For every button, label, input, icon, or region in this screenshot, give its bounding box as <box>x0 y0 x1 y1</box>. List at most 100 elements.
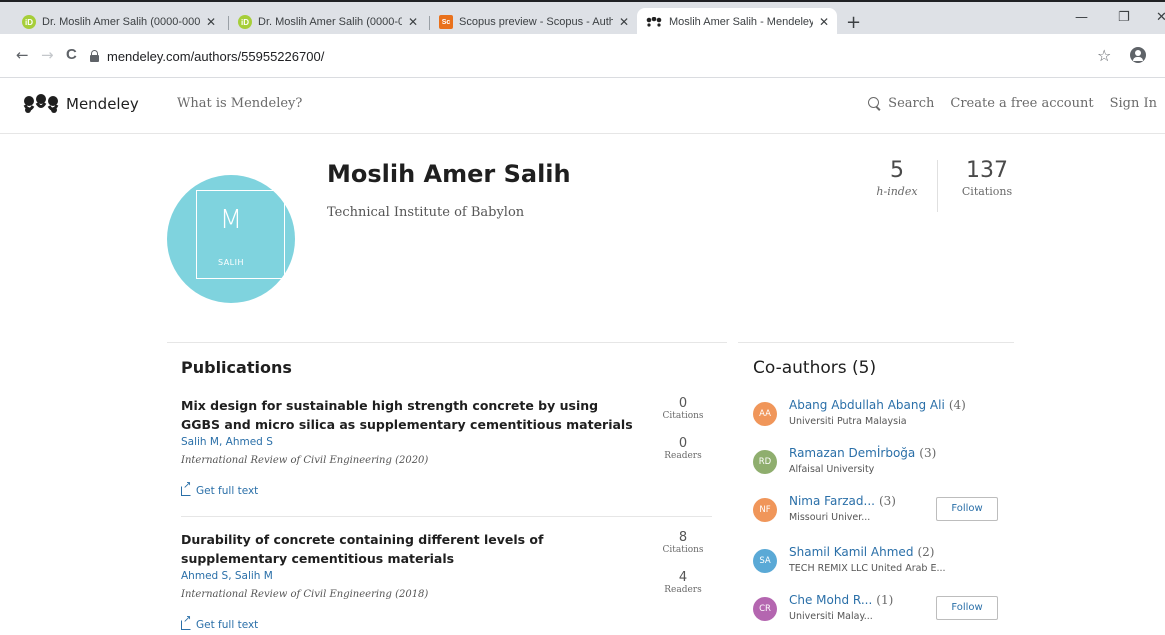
publication-authors[interactable]: Ahmed S, Salih M <box>181 570 711 582</box>
tab-close-icon[interactable]: ✕ <box>408 15 418 29</box>
mendeley-logo-icon <box>23 94 59 113</box>
coauthors-heading: Co-authors (5) <box>753 358 877 378</box>
publication-journal: International Review of Civil Engineerin… <box>181 455 429 466</box>
coauthor-affiliation: Alfaisal University <box>789 464 875 475</box>
publications-heading: Publications <box>181 358 292 377</box>
follow-button[interactable]: Follow <box>936 596 998 620</box>
h-index-value: 5 <box>890 158 904 183</box>
scopus-icon: Sc <box>439 15 453 29</box>
coauthor-affiliation: TECH REMIX LLC United Arab E... <box>789 563 946 574</box>
search-link[interactable]: Search <box>868 96 934 111</box>
citations-count: 0 <box>678 396 688 411</box>
header-right-nav: Search Create a free account Sign In <box>868 96 1157 111</box>
author-name: Moslih Amer Salih <box>327 160 571 188</box>
h-index-label: h-index <box>876 185 918 198</box>
coauthors-divider <box>738 342 1014 343</box>
tab-title: Dr. Moslih Amer Salih (0000-000 <box>42 16 200 28</box>
tab-title: Dr. Moslih Amer Salih (0000-000 <box>258 16 402 28</box>
coauthor-item: AA Abang Abdullah Abang Ali (4) Universit… <box>752 398 1012 436</box>
readers-count: 0 <box>678 436 688 451</box>
reload-icon[interactable]: C <box>66 46 77 63</box>
coauthor-avatar: NF <box>753 498 777 522</box>
browser-tab-orcid-1[interactable]: iD Dr. Moslih Amer Salih (0000-000 ✕ <box>14 8 224 36</box>
readers-label: Readers <box>664 451 702 461</box>
coauthor-avatar: CR <box>753 597 777 621</box>
address-bar: ← → C mendeley.com/authors/55955226700/ … <box>0 34 1165 78</box>
orcid-icon: iD <box>238 15 252 29</box>
search-label: Search <box>888 96 935 111</box>
avatar-surname: SALIH <box>217 258 245 267</box>
citations-count: 8 <box>678 530 688 545</box>
tab-close-icon[interactable]: ✕ <box>819 15 829 29</box>
orcid-icon: iD <box>22 15 36 29</box>
window-close-icon[interactable]: ✕ <box>1156 10 1165 25</box>
coauthor-name-link[interactable]: Nima Farzad... (3) <box>789 494 896 508</box>
tab-separator <box>429 16 430 30</box>
publication-journal: International Review of Civil Engineerin… <box>181 589 429 600</box>
mendeley-icon <box>645 15 663 29</box>
back-arrow-icon[interactable]: ← <box>16 46 29 64</box>
logo-text: Mendeley <box>66 95 139 113</box>
profile-icon[interactable] <box>1130 47 1146 63</box>
tab-close-icon[interactable]: ✕ <box>619 15 629 29</box>
citations-metric: 137 Citations <box>952 158 1022 198</box>
lock-icon <box>90 49 99 62</box>
tab-title: Moslih Amer Salih - Mendeley <box>669 16 813 28</box>
browser-tab-mendeley[interactable]: Moslih Amer Salih - Mendeley ✕ <box>637 8 837 36</box>
coauthor-name-link[interactable]: Abang Abdullah Abang Ali (4) <box>789 398 966 412</box>
create-account-link[interactable]: Create a free account <box>950 96 1093 111</box>
forward-arrow-icon[interactable]: → <box>41 46 54 64</box>
coauthor-name: Abang Abdullah Abang Ali <box>789 398 945 412</box>
citations-label: Citations <box>662 545 704 555</box>
site-header: Mendeley What is Mendeley? Search Create… <box>0 78 1165 134</box>
browser-tab-orcid-2[interactable]: iD Dr. Moslih Amer Salih (0000-000 ✕ <box>230 8 426 36</box>
publication-title-link[interactable]: Mix design for sustainable high strength… <box>181 396 641 434</box>
citations-value: 137 <box>966 158 1008 183</box>
coauthor-name: Ramazan Demİrboğa <box>789 446 916 460</box>
readers-count: 4 <box>678 570 688 585</box>
publications-divider <box>167 342 727 343</box>
publication-authors[interactable]: Salih M, Ahmed S <box>181 436 711 448</box>
tab-title: Scopus preview - Scopus - Autho <box>459 16 613 28</box>
mendeley-logo[interactable]: Mendeley <box>22 94 139 114</box>
bookmark-star-icon[interactable]: ☆ <box>1097 46 1111 65</box>
publication-citations: 0 Citations <box>653 396 713 422</box>
coauthor-name: Shamil Kamil Ahmed <box>789 545 914 559</box>
citations-label: Citations <box>662 411 704 421</box>
publication-divider <box>181 516 712 517</box>
follow-button[interactable]: Follow <box>936 497 998 521</box>
metric-divider <box>937 160 938 212</box>
coauthor-name-link[interactable]: Ramazan Demİrboğa (3) <box>789 446 936 460</box>
minimize-icon[interactable]: — <box>1075 10 1088 25</box>
coauthor-item: NF Nima Farzad... (3) Missouri Univer... … <box>752 494 1012 532</box>
what-is-mendeley-link[interactable]: What is Mendeley? <box>177 96 302 111</box>
avatar: M SALIH <box>167 175 295 303</box>
coauthor-name-link[interactable]: Shamil Kamil Ahmed (2) <box>789 545 934 559</box>
publication-title-link[interactable]: Durability of concrete containing differ… <box>181 530 641 568</box>
h-index-metric: 5 h-index <box>866 158 928 198</box>
coauthor-name-link[interactable]: Che Mohd R... (1) <box>789 593 893 607</box>
browser-tab-scopus[interactable]: Sc Scopus preview - Scopus - Autho ✕ <box>431 8 637 36</box>
coauthor-count: (1) <box>876 593 894 607</box>
coauthor-affiliation: Missouri Univer... <box>789 512 871 523</box>
publication-item: Mix design for sustainable high strength… <box>181 396 711 506</box>
author-institution: Technical Institute of Babylon <box>327 205 525 220</box>
avatar-initial: M <box>219 205 243 235</box>
external-link-icon <box>181 614 191 630</box>
coauthor-item: SA Shamil Kamil Ahmed (2) TECH REMIX LLC … <box>752 545 1012 583</box>
coauthor-count: (3) <box>878 494 896 508</box>
tab-close-icon[interactable]: ✕ <box>206 15 216 29</box>
sign-in-link[interactable]: Sign In <box>1110 96 1157 111</box>
url-field[interactable]: mendeley.com/authors/55955226700/ <box>90 42 324 70</box>
coauthor-name: Che Mohd R... <box>789 593 873 607</box>
get-full-text-link[interactable]: Get full text <box>181 480 258 497</box>
coauthor-affiliation: Universiti Putra Malaysia <box>789 416 907 427</box>
get-full-text-link[interactable]: Get full text <box>181 614 258 631</box>
coauthor-count: (2) <box>917 545 935 559</box>
coauthor-avatar: AA <box>753 402 777 426</box>
new-tab-button[interactable]: + <box>846 12 861 33</box>
coauthor-avatar: SA <box>753 549 777 573</box>
coauthor-name: Nima Farzad... <box>789 494 875 508</box>
coauthor-avatar: RD <box>753 450 777 474</box>
restore-icon[interactable]: ❐ <box>1118 10 1130 25</box>
